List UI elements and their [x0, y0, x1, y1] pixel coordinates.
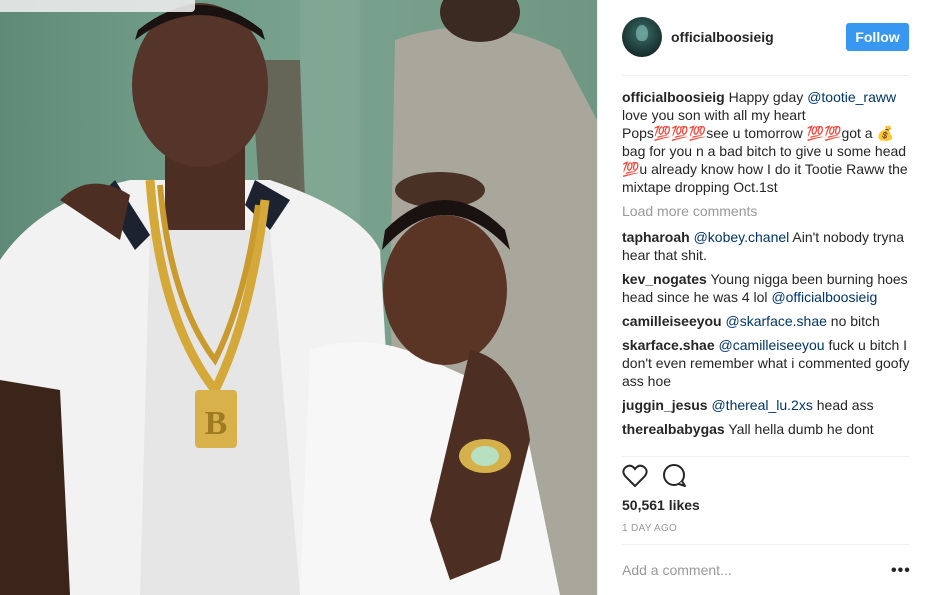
comment-bubble-icon[interactable]	[662, 464, 688, 493]
caption-mention[interactable]: @tootie_raww	[807, 89, 896, 105]
comment-username[interactable]: kev_nogates	[622, 271, 707, 287]
comment-mention[interactable]: @camilleiseeyou	[719, 337, 825, 353]
post-header: officialboosieig Follow	[598, 0, 930, 76]
caption: officialboosieig Happy gday @tootie_raww…	[622, 88, 912, 196]
comment-mention[interactable]: @kobey.chanel	[694, 229, 790, 245]
post-username[interactable]: officialboosieig	[671, 29, 774, 45]
comment-text: no bitch	[826, 313, 880, 329]
heart-outline-icon[interactable]	[622, 464, 648, 493]
comment-username[interactable]: tapharoah	[622, 229, 690, 245]
comment-mention[interactable]: @skarface.shae	[726, 313, 827, 329]
caption-text-after: love you son with all my heart Pops💯💯💯se…	[622, 107, 908, 195]
photo-top-overlay	[0, 0, 195, 12]
comments-divider	[622, 456, 909, 457]
comment-username[interactable]: camilleiseeyou	[622, 313, 722, 329]
comment-mention[interactable]: @thereal_lu.2xs	[711, 397, 812, 413]
comment-item: tapharoah @kobey.chanel Ain't nobody try…	[622, 228, 912, 264]
comment-item: therealbabygas Yall hella dumb he dont	[622, 420, 912, 438]
comment-username[interactable]: juggin_jesus	[622, 397, 708, 413]
caption-text-before: Happy gday	[728, 89, 808, 105]
header-divider	[622, 75, 909, 76]
comment-item: juggin_jesus @thereal_lu.2xs head ass	[622, 396, 912, 414]
action-bar	[622, 464, 909, 492]
more-options-icon[interactable]: •••	[891, 562, 911, 580]
comment-mention[interactable]: @officialboosieig	[771, 289, 877, 305]
comment-username[interactable]: skarface.shae	[622, 337, 715, 353]
add-comment-input[interactable]: Add a comment...	[622, 562, 882, 578]
avatar[interactable]	[622, 17, 662, 57]
footer-divider	[622, 544, 909, 545]
post-timestamp: 1 DAY AGO	[622, 523, 678, 534]
comment-item: camilleiseeyou @skarface.shae no bitch	[622, 312, 912, 330]
comment-text: Yall hella dumb he dont	[728, 421, 874, 437]
load-more-comments-link[interactable]: Load more comments	[622, 202, 912, 220]
post-side-panel: officialboosieig Follow officialboosieig…	[597, 0, 930, 595]
photo-illustration: B	[0, 0, 597, 595]
follow-button[interactable]: Follow	[846, 23, 909, 51]
comment-item: kev_nogates Young nigga been burning hoe…	[622, 270, 912, 306]
post-photo[interactable]: B	[0, 0, 597, 595]
comment-text: head ass	[812, 397, 874, 413]
likes-count[interactable]: 50,561 likes	[622, 497, 700, 513]
comment-item: skarface.shae @camilleiseeyou fuck u bit…	[622, 336, 912, 390]
svg-text:B: B	[205, 405, 228, 442]
comments-list: officialboosieig Happy gday @tootie_raww…	[622, 88, 912, 456]
comment-username[interactable]: therealbabygas	[622, 421, 725, 437]
caption-username[interactable]: officialboosieig	[622, 89, 725, 105]
